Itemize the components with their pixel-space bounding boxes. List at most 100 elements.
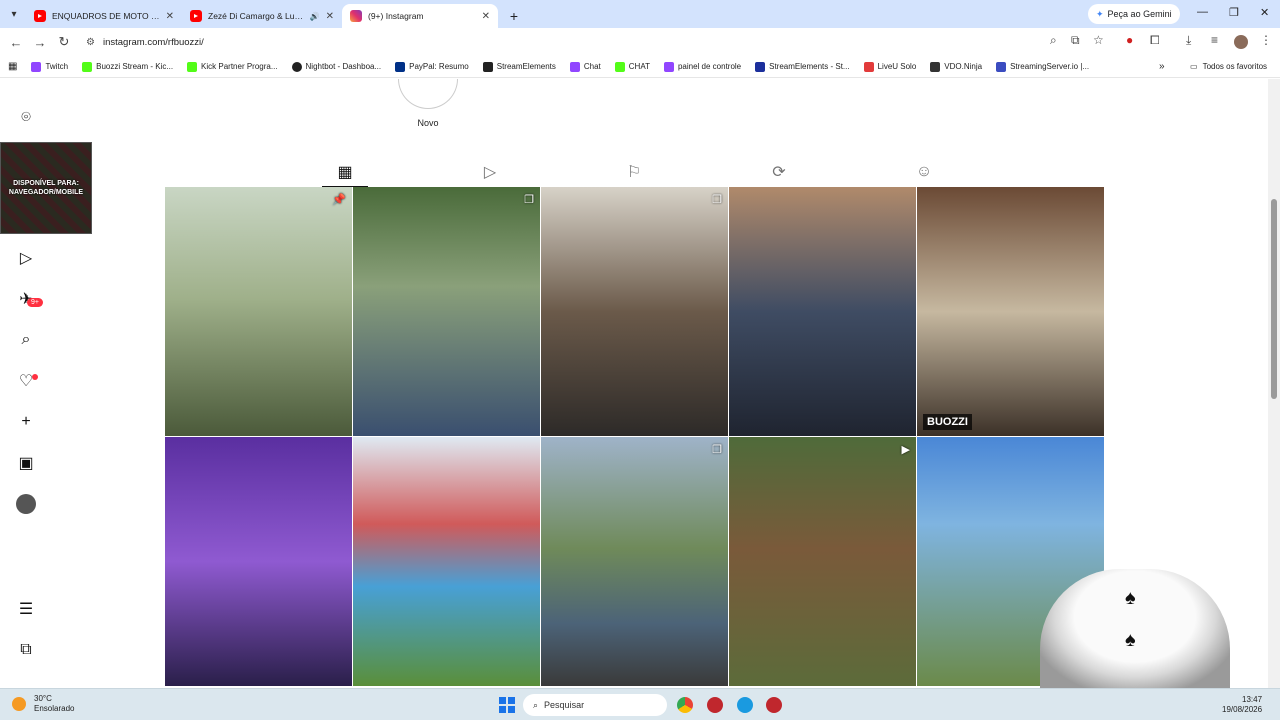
browser-tab[interactable]: Zezé Di Camargo & Luciano 🔊 ✕ — [182, 4, 342, 28]
close-tab-icon[interactable]: ✕ — [476, 11, 490, 22]
new-tab-button[interactable]: + — [502, 4, 526, 28]
bookmark[interactable]: Chat — [569, 61, 601, 72]
bookmarks-bar: ▦ Twitch Buozzi Stream - Kic... Kick Par… — [0, 56, 1280, 78]
tab-search-icon[interactable]: ▾ — [2, 2, 26, 26]
chevron-right-icon[interactable]: » — [1159, 61, 1165, 72]
tab-tagged[interactable]: ☺ — [901, 157, 947, 187]
post-thumbnail[interactable]: ❐ — [541, 187, 728, 436]
search-icon[interactable]: ⌕ — [16, 330, 36, 350]
close-window-icon[interactable]: ✕ — [1260, 6, 1269, 19]
tagged-icon: ☺ — [915, 163, 933, 180]
download-icon[interactable]: ⤓ — [1186, 33, 1191, 48]
bookmark[interactable]: LiveU Solo — [863, 61, 917, 72]
gemini-button[interactable]: ✦ Peça ao Gemini — [1088, 4, 1180, 24]
all-bookmarks[interactable]: ▭ Todos os favoritos — [1190, 62, 1267, 71]
windows-start-icon[interactable] — [499, 697, 515, 713]
profile-avatar[interactable] — [16, 494, 36, 514]
reels-icon: ▷ — [483, 164, 497, 181]
kick-icon — [187, 61, 198, 72]
new-highlight-circle[interactable] — [398, 79, 458, 109]
post-thumbnail[interactable] — [353, 437, 540, 686]
profile-avatar[interactable] — [1234, 35, 1248, 49]
post-thumbnail[interactable] — [729, 187, 916, 436]
post-thumbnail[interactable]: ❐ — [353, 187, 540, 436]
search-placeholder: Pesquisar — [544, 700, 585, 710]
all-bookmarks-label: Todos os favoritos — [1202, 62, 1268, 71]
browser-tab-active[interactable]: (9+) Instagram ✕ — [342, 4, 498, 28]
bookmark-label: PayPal: Resumo — [409, 62, 469, 71]
bookmark[interactable]: Kick Partner Progra... — [187, 61, 278, 72]
dashboard-icon[interactable]: ▣ — [16, 453, 36, 473]
profile-tabs: ▦ ▷ ⚐ ⟳ ☺ — [165, 157, 1104, 187]
taskbar-search[interactable]: ⌕ Pesquisar — [523, 694, 667, 716]
cast-icon[interactable]: ⧉ — [1071, 33, 1080, 48]
grid-icon: ▦ — [337, 163, 353, 181]
zoom-icon[interactable]: ⌕ — [1050, 33, 1057, 48]
chrome-icon[interactable] — [677, 697, 693, 713]
bookmark[interactable]: Buozzi Stream - Kic... — [82, 61, 173, 72]
weather-widget[interactable]: 30°C Ensolarado — [12, 694, 74, 714]
app-icon[interactable] — [766, 697, 782, 713]
close-tab-icon[interactable]: ✕ — [320, 11, 334, 22]
bookmark-label: LiveU Solo — [877, 62, 917, 71]
bookmark-label: painel de controle — [677, 62, 742, 71]
tab-saved[interactable]: ⚐ — [611, 157, 657, 187]
bookmark-icon: ⚐ — [626, 164, 642, 181]
bookmark[interactable]: Twitch — [31, 61, 68, 72]
vdo-ninja-icon — [930, 61, 941, 72]
bookmark[interactable]: StreamingServer.io |... — [996, 61, 1089, 72]
back-icon[interactable]: ← — [4, 35, 28, 50]
youtube-icon — [190, 10, 202, 22]
tab-reposts[interactable]: ⟳ — [756, 157, 802, 187]
instagram-sidebar: ⌾ DISPONÍVEL PARA: NAVEGADOR/MOBILE ▷ ✈ … — [0, 79, 92, 688]
reels-icon[interactable]: ▷ — [16, 248, 36, 268]
speaker-icon[interactable]: 🔊 — [310, 12, 320, 21]
url-text[interactable]: instagram.com/rfbuozzi/ — [103, 37, 204, 48]
post-thumbnail[interactable]: 📌 — [165, 187, 352, 436]
apps-grid-icon[interactable]: ▦ — [8, 61, 17, 72]
system-clock[interactable]: 13:47 19/08/2026 — [1222, 695, 1262, 715]
app-icon[interactable] — [737, 697, 753, 713]
bookmark-label: StreamElements - St... — [769, 62, 850, 71]
close-tab-icon[interactable]: ✕ — [160, 11, 174, 22]
bookmark-star-icon[interactable]: ☆ — [1093, 33, 1104, 47]
extension-icon[interactable]: ● — [1126, 33, 1133, 47]
post-thumbnail[interactable]: ▶ — [729, 437, 916, 686]
bookmark[interactable]: CHAT — [614, 61, 650, 72]
bookmark[interactable]: StreamElements — [482, 61, 556, 72]
scrollbar-thumb[interactable] — [1271, 199, 1277, 399]
create-icon[interactable]: + — [16, 412, 36, 432]
maximize-icon[interactable]: ❐ — [1229, 6, 1239, 19]
browser-tab[interactable]: ENQUADROS DE MOTO (EP. 12) ✕ — [26, 4, 182, 28]
new-highlight-label[interactable]: Novo — [398, 118, 458, 128]
browser-toolbar: ← → ↻ ⚙ instagram.com/rfbuozzi/ — [0, 28, 1280, 56]
post-thumbnail[interactable]: ❐ — [541, 437, 728, 686]
folder-icon: ▭ — [1190, 62, 1198, 71]
bookmark[interactable]: VDO.Ninja — [930, 61, 982, 72]
bookmark[interactable]: Nightbot - Dashboa... — [291, 61, 381, 72]
app-icon[interactable] — [707, 697, 723, 713]
windows-taskbar: 30°C Ensolarado ⌕ Pesquisar 13:47 19/08/… — [0, 688, 1280, 720]
tab-posts[interactable]: ▦ — [322, 157, 368, 187]
reel-icon: ▶ — [901, 444, 910, 456]
minimize-icon[interactable]: — — [1197, 6, 1208, 18]
instagram-logo-icon[interactable]: ⌾ — [16, 108, 36, 128]
extensions-puzzle-icon[interactable]: ⧠ — [1150, 33, 1160, 48]
forward-icon[interactable]: → — [28, 35, 52, 50]
twitch-icon — [31, 61, 42, 72]
page-scrollbar[interactable] — [1268, 79, 1280, 688]
bookmark[interactable]: StreamElements - St... — [755, 61, 850, 72]
menu-kebab-icon[interactable]: ⋮ — [1260, 33, 1272, 47]
tab-reels[interactable]: ▷ — [467, 157, 513, 187]
address-bar[interactable]: ⚙ instagram.com/rfbuozzi/ — [80, 31, 1120, 53]
also-from-meta-icon[interactable]: ⧉ — [16, 640, 36, 660]
post-thumbnail[interactable]: BUOZZI — [917, 187, 1104, 436]
reload-icon[interactable]: ↻ — [52, 34, 76, 50]
media-icon[interactable]: ≡ — [1211, 33, 1218, 47]
more-menu-icon[interactable]: ☰ — [16, 599, 36, 619]
bookmark[interactable]: painel de controle — [663, 61, 742, 72]
site-info-icon[interactable]: ⚙ — [86, 37, 95, 48]
bookmark[interactable]: PayPal: Resumo — [395, 61, 469, 72]
post-thumbnail[interactable] — [165, 437, 352, 686]
nightbot-icon — [291, 61, 302, 72]
